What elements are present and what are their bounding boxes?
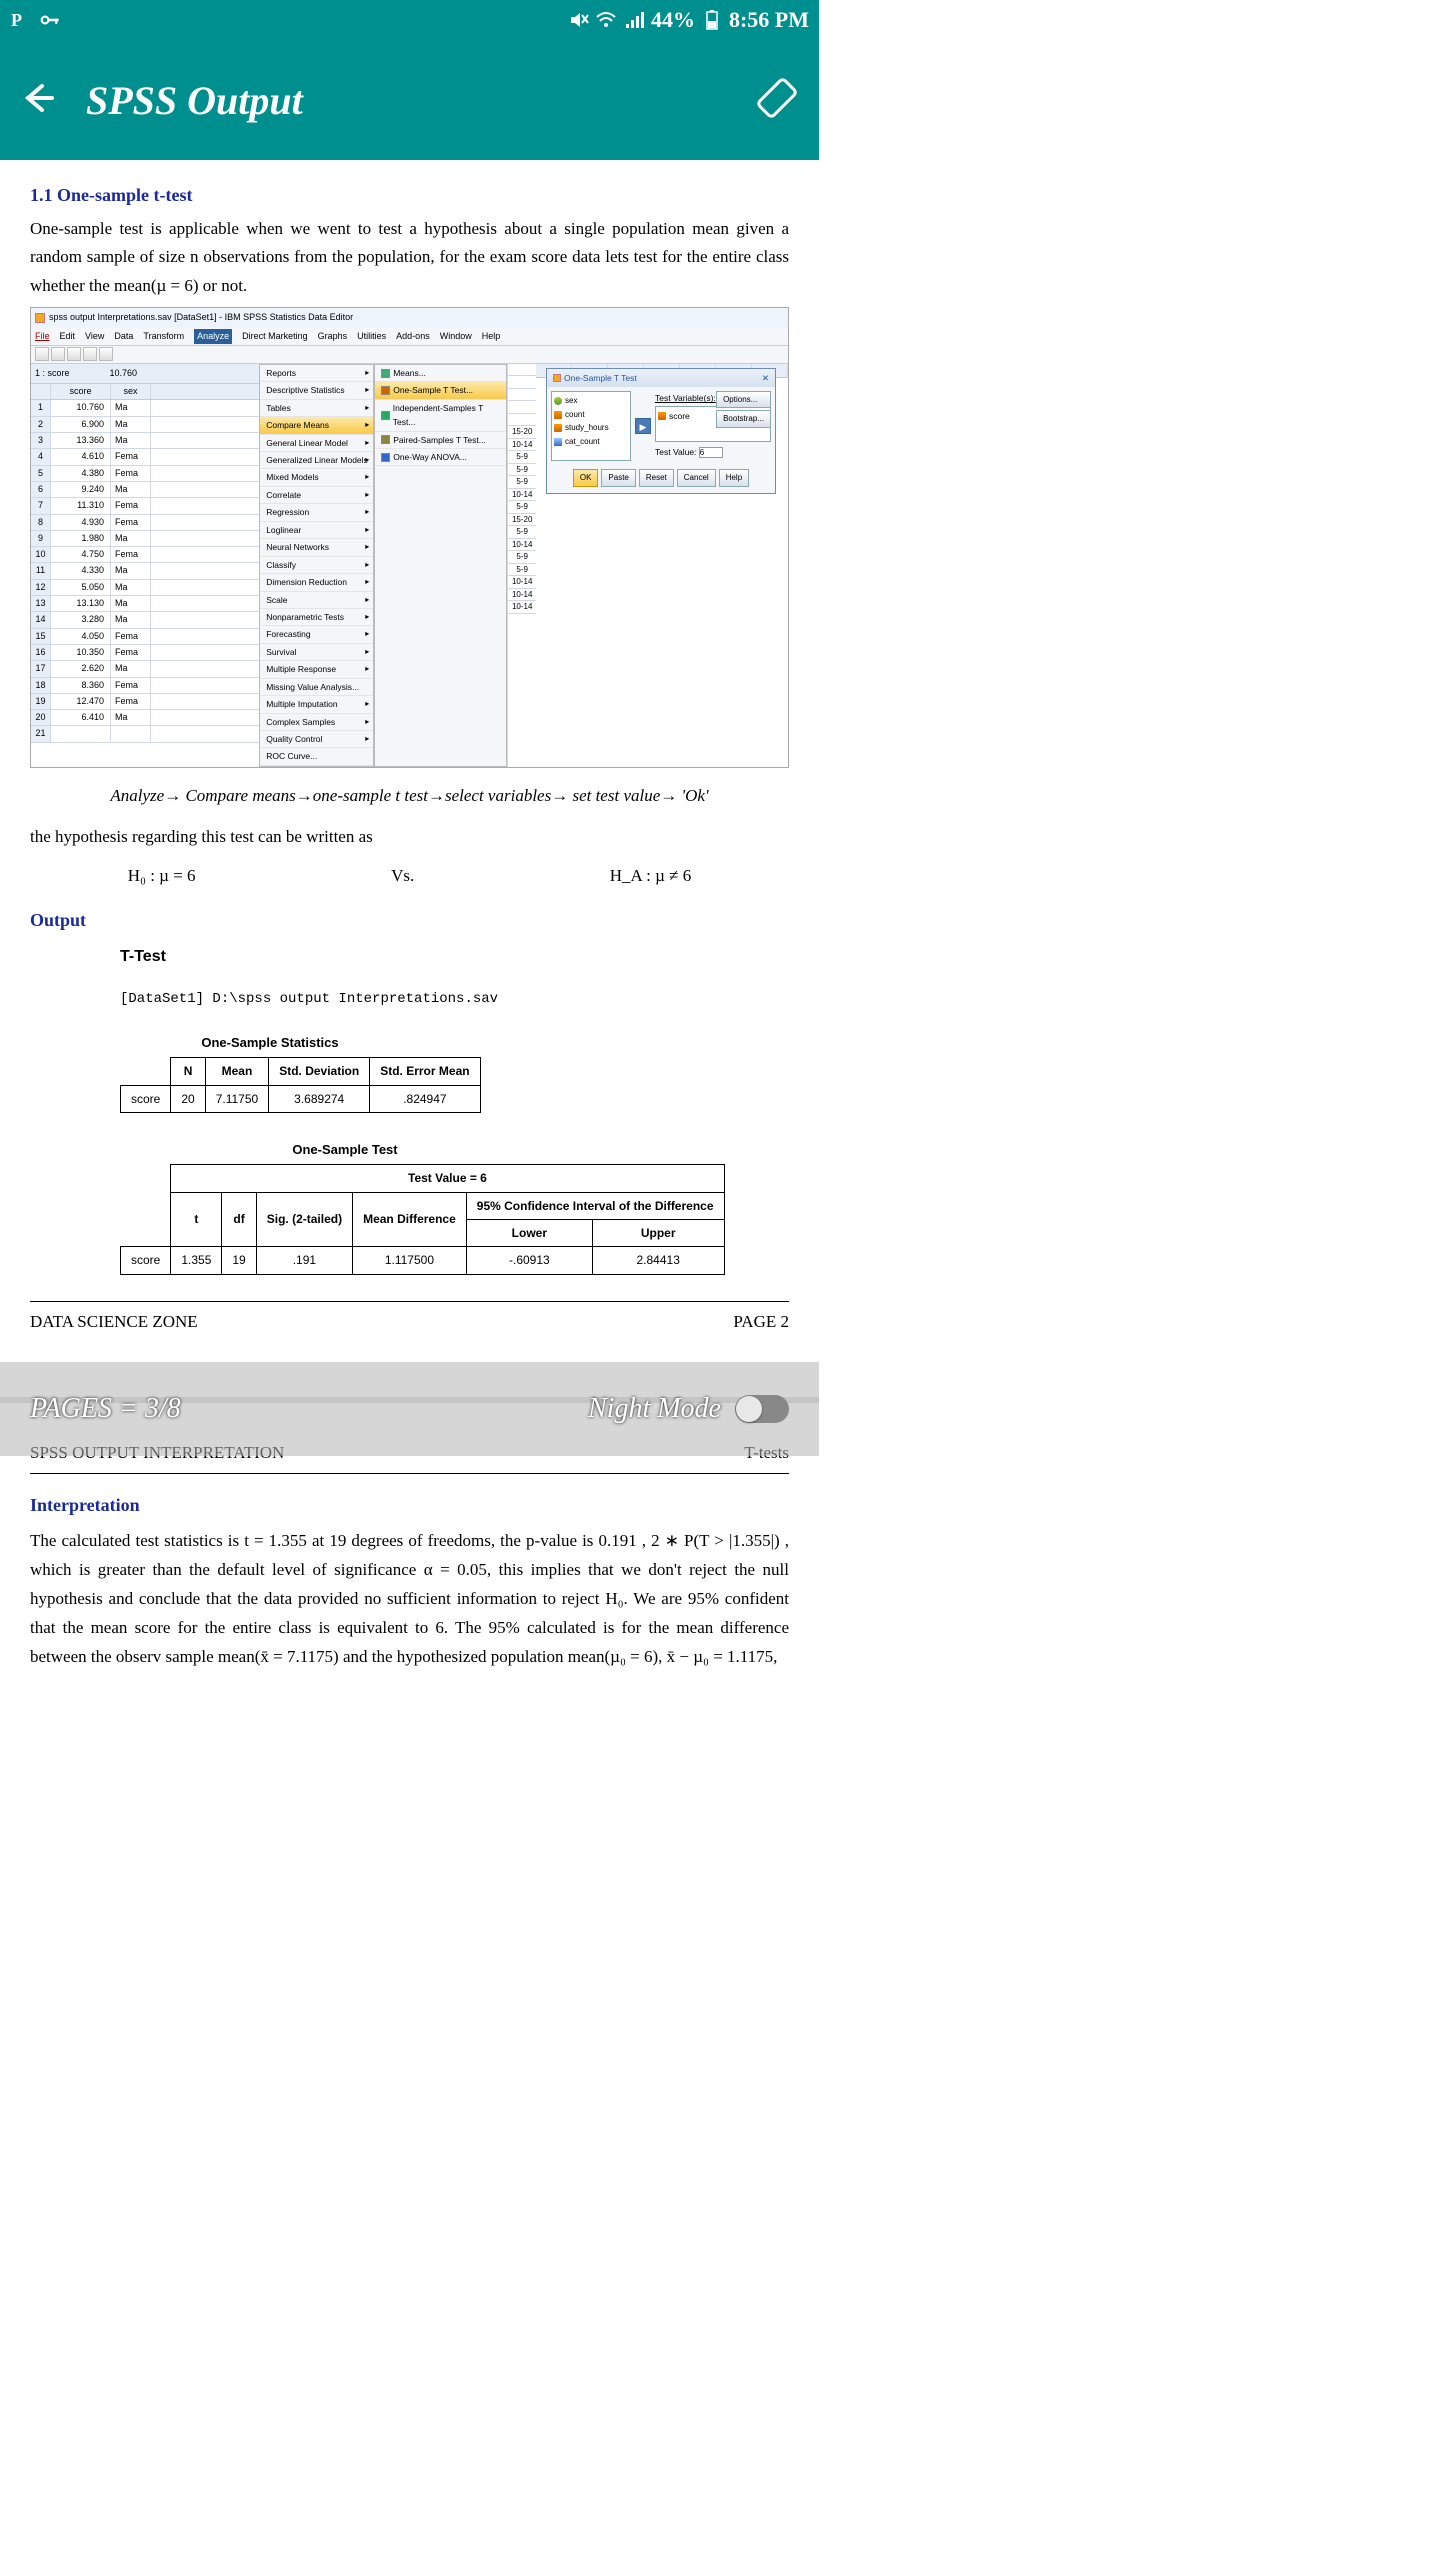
navigation-instruction: Analyze→ Compare means→one-sample t test… (30, 782, 789, 811)
spss-window-title: spss output Interpretations.sav [DataSet… (31, 308, 788, 327)
output-heading: Output (30, 905, 789, 936)
page-rule (30, 1301, 789, 1302)
battery-pct: 44% (651, 7, 695, 33)
intro-text: One-sample test is applicable when we we… (30, 215, 789, 302)
stats-table-title: One-Sample Statistics (120, 1032, 420, 1054)
table-row: 143.280Ma (31, 612, 259, 628)
table-row: 206.410Ma (31, 710, 259, 726)
spss-menu-bar: FileEditViewDataTransformAnalyzeDirect M… (31, 328, 788, 346)
one-sample-test-table: Test Value = 6 tdfSig. (2-tailed)Mean Di… (120, 1164, 725, 1275)
ttest-output: T-Test [DataSet1] D:\spss output Interpr… (30, 943, 789, 1275)
table-row: 1610.350Fema (31, 645, 259, 661)
spss-toolbar (31, 346, 788, 364)
table-row: 125.050Ma (31, 580, 259, 596)
analyze-submenu: ReportsDescriptive StatisticsTablesCompa… (259, 364, 374, 767)
one-sample-ttest-dialog: One-Sample T Test✕ sex count study_hours… (546, 368, 776, 494)
bootstrap-button: Bootstrap... (716, 410, 771, 428)
status-bar: P 44% 8:56 PM (0, 0, 819, 40)
table-row: 69.240Ma (31, 482, 259, 498)
app-icon-p: P (10, 9, 32, 31)
back-button[interactable] (20, 80, 56, 121)
hypothesis-intro: the hypothesis regarding this test can b… (30, 823, 789, 852)
clock: 8:56 PM (729, 7, 809, 33)
close-icon: ✕ (762, 371, 769, 385)
compare-means-submenu: Means...One-Sample T Test...Independent-… (374, 364, 507, 767)
vars-area: varvarvarvarvarvarvar One-Sample T Test✕… (536, 364, 788, 767)
table-row: 711.310Fema (31, 498, 259, 514)
app-title: SPSS Output (86, 77, 303, 124)
table-row: 21 (31, 726, 259, 742)
table-row: 188.360Fema (31, 678, 259, 694)
table-row: 84.930Fema (31, 515, 259, 531)
page2-rule (30, 1473, 789, 1474)
page-footer: DATA SCIENCE ZONEPAGE 2 (30, 1308, 789, 1337)
interpretation-body: The calculated test statistics is t = 1.… (30, 1527, 789, 1671)
table-row: 26.900Ma (31, 417, 259, 433)
table-row: 154.050Fema (31, 629, 259, 645)
spss-screenshot: spss output Interpretations.sav [DataSet… (30, 307, 789, 768)
table-row: 1912.470Fema (31, 694, 259, 710)
table-row: 313.360Ma (31, 433, 259, 449)
signal-icon (623, 9, 645, 31)
one-sample-statistics-table: NMeanStd. DeviationStd. Error Mean score… (120, 1057, 481, 1113)
svg-text:P: P (11, 10, 22, 30)
move-right-button: ▶ (635, 418, 651, 434)
hypothesis: H₀ : µ = 6Vs.H_A : µ ≠ 6 (30, 862, 789, 891)
dialog-bottom-buttons: OK Paste Reset Cancel Help (547, 465, 775, 493)
night-mode-toggle[interactable] (735, 1395, 789, 1423)
page-indicator[interactable]: PAGES = 3/8 (30, 1393, 181, 1425)
section-title: 1.1 One-sample t-test (30, 180, 789, 211)
interpretation-heading: Interpretation (30, 1490, 789, 1521)
table-row: 172.620Ma (31, 661, 259, 677)
wifi-icon (595, 9, 617, 31)
table-row: 104.750Fema (31, 547, 259, 563)
col3: 15-2010-145-95-95-910-145-915-205-910-14… (507, 364, 536, 767)
app-header: SPSS Output (0, 40, 819, 160)
source-variables-list: sex count study_hours cat_count (551, 391, 631, 461)
table-row: 114.330Ma (31, 563, 259, 579)
table-row: 110.760Ma (31, 400, 259, 416)
table-row: 1313.130Ma (31, 596, 259, 612)
table-row: 91.980Ma (31, 531, 259, 547)
test-value-input (699, 447, 723, 458)
ttest-title: T-Test (120, 943, 789, 970)
dataset-line: [DataSet1] D:\spss output Interpretation… (120, 988, 789, 1012)
key-icon (40, 9, 62, 31)
battery-icon (701, 9, 723, 31)
mute-icon (567, 9, 589, 31)
table-row: 54.380Fema (31, 466, 259, 482)
night-mode-label: Night Mode (588, 1393, 721, 1425)
page2-header: SPSS OUTPUT INTERPRETATIONT-tests (30, 1439, 789, 1468)
document[interactable]: 1.1 One-sample t-test One-sample test is… (0, 160, 819, 1672)
test-table-title: One-Sample Test (120, 1139, 570, 1161)
spss-col-headers: scoresex (31, 384, 259, 400)
spss-active-cell: 1 : score10.760 (31, 364, 259, 384)
table-row: 44.610Fema (31, 449, 259, 465)
options-button: Options... (716, 391, 771, 409)
rotate-icon[interactable] (755, 76, 799, 125)
